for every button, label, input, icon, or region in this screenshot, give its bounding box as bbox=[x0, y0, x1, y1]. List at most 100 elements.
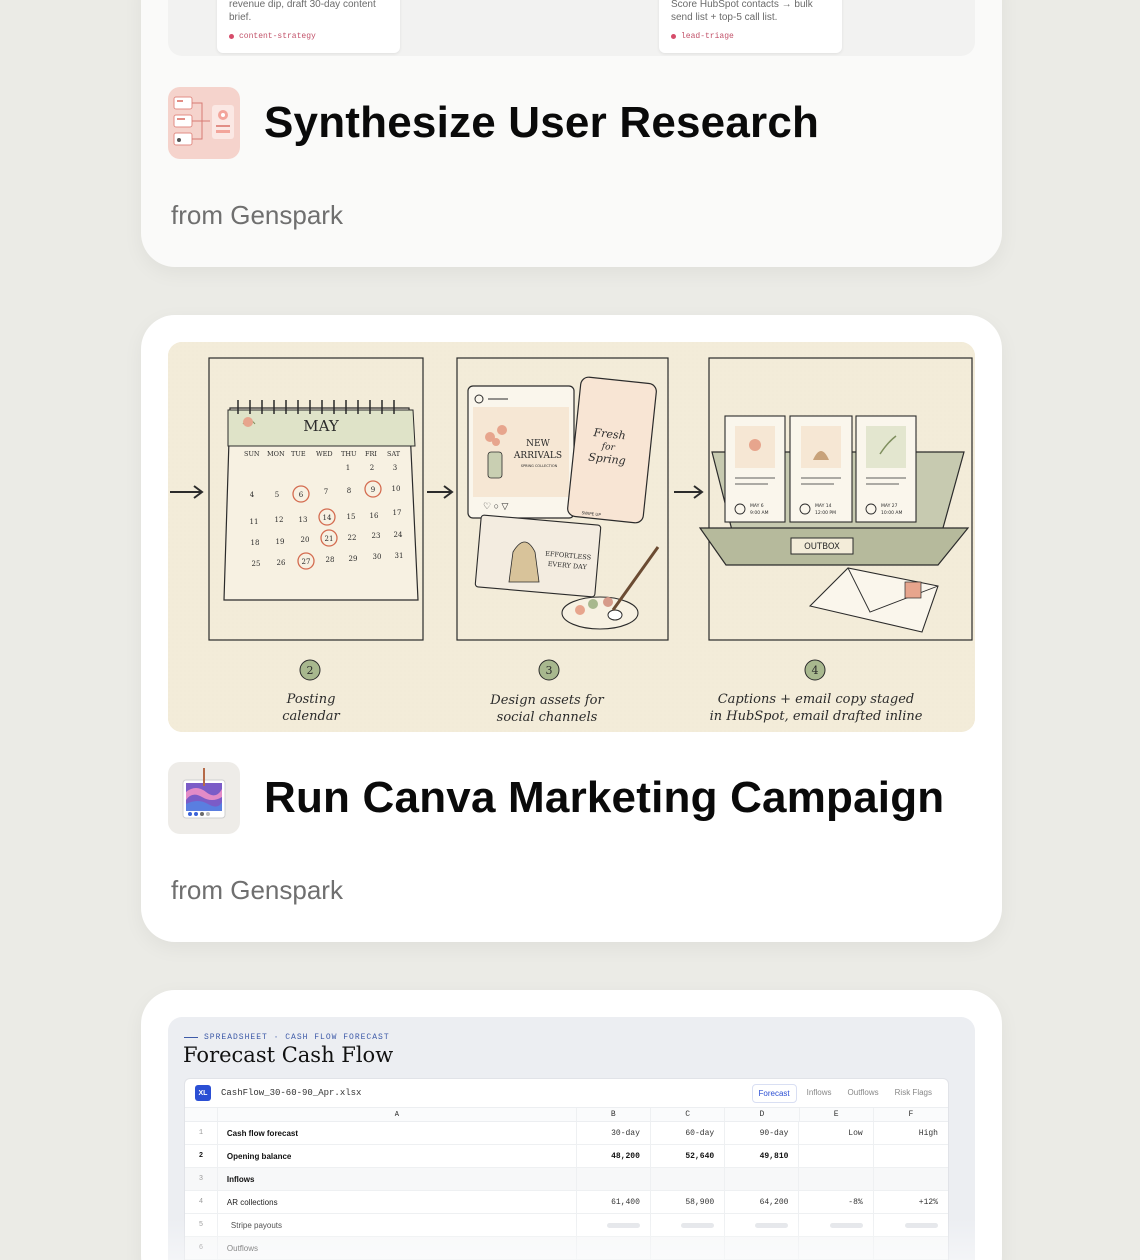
table-row: 3 Inflows bbox=[185, 1168, 948, 1191]
skill-card-forecast-cash-flow[interactable]: SPREADSHEET · CASH FLOW FORECAST Forecas… bbox=[141, 990, 1002, 1260]
tab-forecast[interactable]: Forecast bbox=[751, 1083, 797, 1103]
loading-placeholder bbox=[755, 1222, 789, 1228]
loading-placeholder bbox=[904, 1222, 938, 1228]
column-header-row: A B C D E F bbox=[185, 1108, 948, 1122]
ad-card: EFFORTLESS EVERY DAY bbox=[474, 514, 602, 598]
skill-card-synthesize-user-research[interactable]: revenue dip, draft 30-day content brief.… bbox=[141, 0, 1002, 267]
svg-text:14: 14 bbox=[323, 514, 332, 522]
svg-text:SPRING COLLECTION: SPRING COLLECTION bbox=[521, 464, 558, 468]
svg-text:15: 15 bbox=[347, 513, 356, 521]
skill-card-run-canva-marketing-campaign[interactable]: MAY SUN MON TUE WED THU FRI SAT 123 4 5 6 7 8 9 10 1… bbox=[141, 315, 1002, 942]
svg-text:THU: THU bbox=[341, 450, 357, 458]
svg-text:MAY 14: MAY 14 bbox=[815, 503, 832, 509]
svg-text:Design assets for: Design assets for bbox=[489, 693, 604, 708]
svg-text:WED: WED bbox=[316, 450, 333, 458]
calendar-icon: MAY SUN MON TUE WED THU FRI SAT 123 4 5 6 7 8 9 10 1… bbox=[223, 400, 419, 601]
svg-text:7: 7 bbox=[324, 488, 328, 496]
svg-text:in HubSpot, email drafted inli: in HubSpot, email drafted inline bbox=[710, 709, 923, 724]
svg-text:26: 26 bbox=[277, 559, 286, 567]
table-row: 6 Outflows bbox=[185, 1237, 948, 1260]
svg-text:27: 27 bbox=[302, 558, 311, 566]
preview-task-text: Score HubSpot contacts → bulk send list … bbox=[671, 0, 813, 23]
svg-text:5: 5 bbox=[275, 491, 279, 499]
svg-text:11: 11 bbox=[250, 518, 259, 526]
card-source: from Genspark bbox=[171, 200, 343, 230]
story-post-card: Fresh for Spring SWIPE UP bbox=[567, 376, 657, 524]
svg-text:SUN: SUN bbox=[244, 450, 260, 458]
svg-text:calendar: calendar bbox=[282, 709, 340, 724]
spreadsheet-window: XL CashFlow_30-60-90_Apr.xlsx Forecast I… bbox=[184, 1078, 949, 1260]
svg-text:29: 29 bbox=[349, 555, 358, 563]
tab-risk-flags[interactable]: Risk Flags bbox=[889, 1084, 938, 1103]
svg-text:30: 30 bbox=[373, 553, 382, 561]
svg-text:4: 4 bbox=[812, 664, 819, 677]
svg-text:16: 16 bbox=[370, 512, 379, 520]
svg-text:31: 31 bbox=[395, 552, 404, 560]
preview-task-tag: content-strategy bbox=[229, 30, 388, 43]
svg-text:2: 2 bbox=[370, 464, 374, 472]
svg-text:Captions + email copy staged: Captions + email copy staged bbox=[718, 692, 915, 707]
table-row: 5 Stripe payouts bbox=[185, 1214, 948, 1237]
card-title[interactable]: Run Canva Marketing Campaign bbox=[264, 773, 944, 823]
svg-text:3: 3 bbox=[546, 664, 553, 677]
spreadsheet-preview: SPREADSHEET · CASH FLOW FORECAST Forecas… bbox=[168, 1017, 975, 1260]
loading-placeholder bbox=[681, 1222, 715, 1228]
sheet-tabs: Forecast Inflows Outflows Risk Flags bbox=[751, 1083, 939, 1103]
svg-text:13: 13 bbox=[299, 516, 308, 524]
file-name: CashFlow_30-60-90_Apr.xlsx bbox=[221, 1088, 362, 1098]
svg-text:10: 10 bbox=[392, 485, 401, 493]
loading-placeholder bbox=[606, 1222, 640, 1228]
svg-text:MAY 6: MAY 6 bbox=[750, 503, 764, 509]
svg-text:24: 24 bbox=[394, 531, 403, 539]
svg-text:21: 21 bbox=[325, 535, 334, 543]
svg-text:25: 25 bbox=[252, 560, 261, 568]
svg-text:8: 8 bbox=[347, 487, 351, 495]
table-row: 1 Cash flow forecast 30-day 60-day 90-da… bbox=[185, 1122, 948, 1145]
preview-task-card: Score HubSpot contacts → bulk send list … bbox=[659, 0, 842, 53]
tab-outflows[interactable]: Outflows bbox=[842, 1084, 885, 1103]
campaign-illustration: MAY SUN MON TUE WED THU FRI SAT 123 4 5 6 7 8 9 10 1… bbox=[168, 342, 975, 732]
svg-text:NEW: NEW bbox=[526, 439, 550, 449]
svg-text:MAY 27: MAY 27 bbox=[881, 503, 898, 509]
card-preview-image: revenue dip, draft 30-day content brief.… bbox=[168, 0, 975, 56]
social-post-card: NEW ARRIVALS SPRING COLLECTION ♡ ○ ▽ bbox=[467, 385, 575, 519]
preview-task-card: revenue dip, draft 30-day content brief.… bbox=[217, 0, 400, 53]
svg-text:SAT: SAT bbox=[387, 450, 401, 458]
svg-text:4: 4 bbox=[250, 491, 255, 499]
svg-text:MON: MON bbox=[267, 450, 285, 458]
svg-text:MAY: MAY bbox=[303, 417, 340, 435]
loading-placeholder bbox=[829, 1222, 863, 1228]
svg-text:social channels: social channels bbox=[497, 710, 598, 725]
table-row: 2 Opening balance 48,200 52,640 49,810 bbox=[185, 1145, 948, 1168]
svg-text:12:00 PM: 12:00 PM bbox=[815, 510, 836, 516]
svg-text:2: 2 bbox=[307, 664, 314, 677]
svg-text:28: 28 bbox=[326, 556, 335, 564]
svg-text:3: 3 bbox=[393, 464, 397, 472]
table-row: 4 AR collections 61,400 58,900 64,200 -8… bbox=[185, 1191, 948, 1214]
svg-text:17: 17 bbox=[393, 509, 402, 517]
svg-text:9:00 AM: 9:00 AM bbox=[750, 510, 769, 516]
card-title[interactable]: Synthesize User Research bbox=[264, 98, 819, 148]
svg-text:19: 19 bbox=[276, 538, 285, 546]
svg-text:9: 9 bbox=[371, 486, 375, 494]
svg-text:ARRIVALS: ARRIVALS bbox=[513, 451, 562, 461]
excel-file-icon: XL bbox=[195, 1085, 211, 1101]
svg-text:TUE: TUE bbox=[291, 450, 306, 458]
svg-text:OUTBOX: OUTBOX bbox=[804, 542, 840, 552]
preview-heading: Forecast Cash Flow bbox=[183, 1043, 394, 1067]
svg-text:18: 18 bbox=[251, 539, 260, 547]
research-synthesis-icon bbox=[168, 87, 240, 159]
svg-text:23: 23 bbox=[372, 532, 381, 540]
card-source: from Genspark bbox=[171, 875, 343, 905]
svg-text:20: 20 bbox=[301, 536, 310, 544]
preview-eyebrow: SPREADSHEET · CASH FLOW FORECAST bbox=[184, 1033, 390, 1042]
svg-text:22: 22 bbox=[348, 534, 357, 542]
svg-text:FRI: FRI bbox=[365, 450, 377, 458]
svg-text:12: 12 bbox=[275, 516, 284, 524]
svg-text:1: 1 bbox=[346, 464, 350, 472]
svg-text:Posting: Posting bbox=[286, 692, 336, 707]
tab-inflows[interactable]: Inflows bbox=[801, 1084, 838, 1103]
svg-text:♡ ○ ▽: ♡ ○ ▽ bbox=[483, 501, 509, 511]
svg-text:6: 6 bbox=[299, 491, 304, 499]
preview-task-tag: lead-triage bbox=[671, 30, 830, 43]
